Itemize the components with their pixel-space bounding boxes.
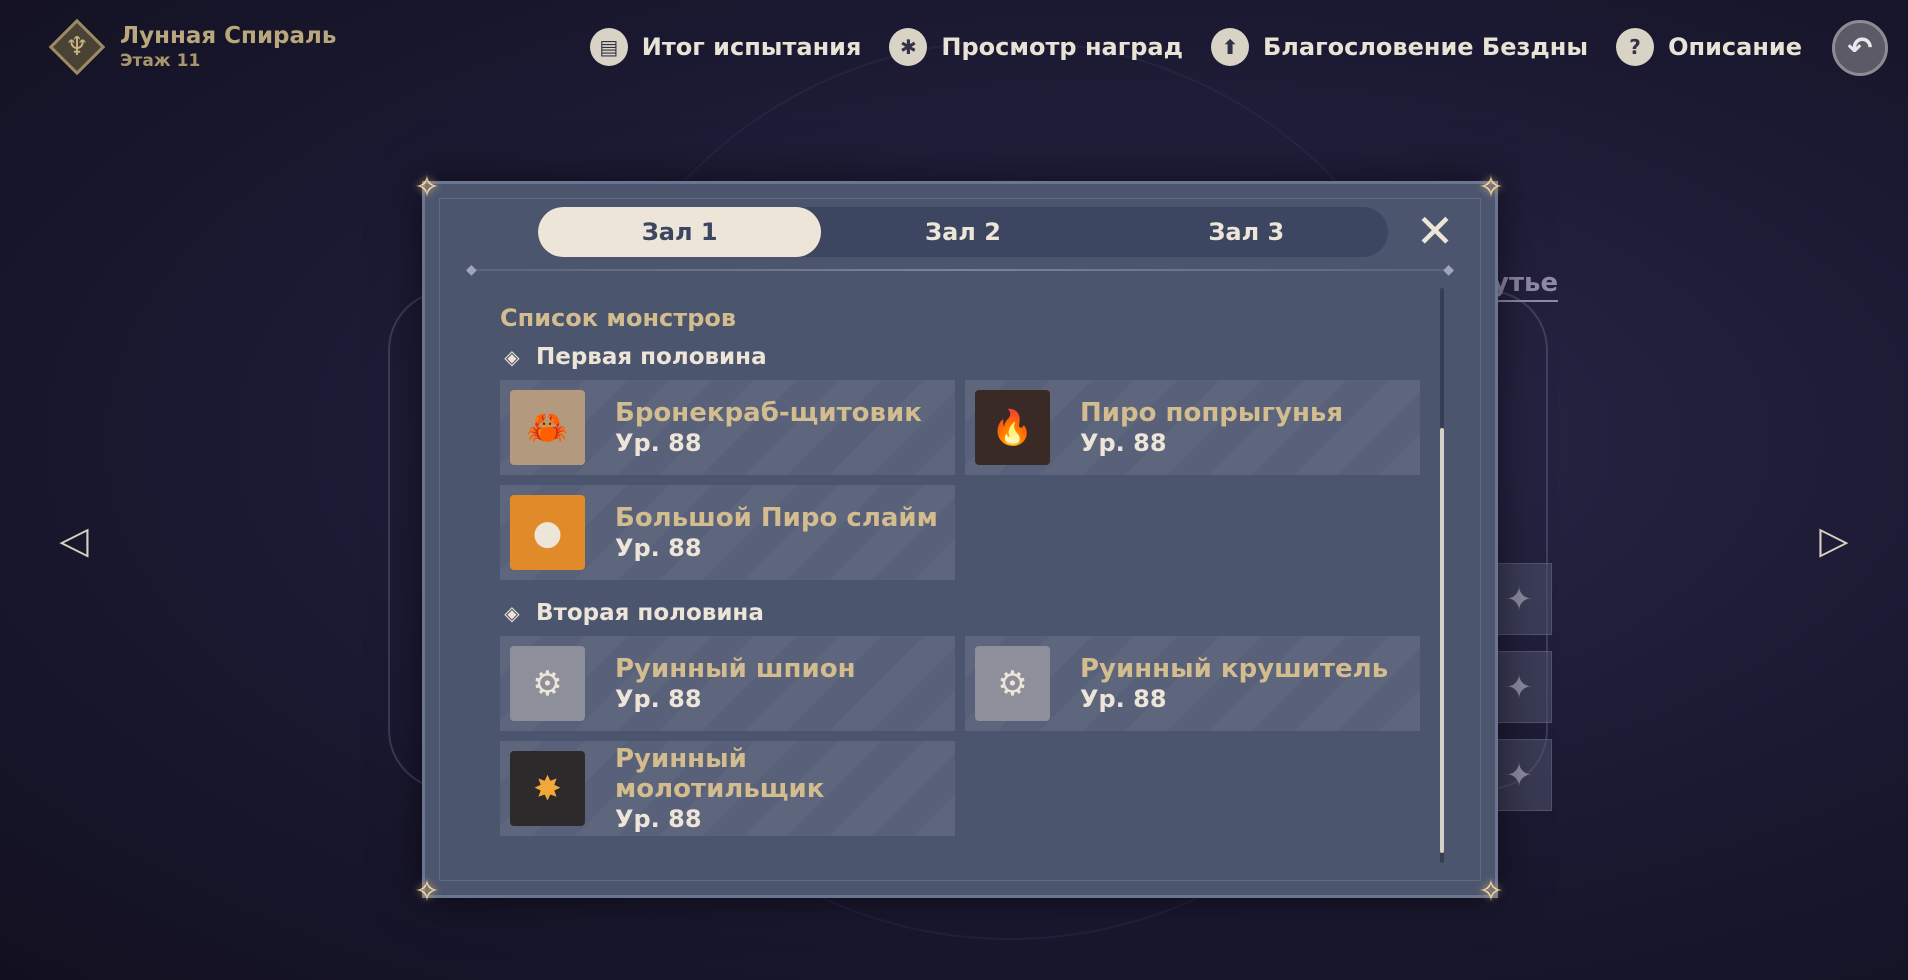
corner-ornament-icon: ✧ xyxy=(1478,169,1504,205)
close-icon[interactable]: ✕ xyxy=(1410,204,1460,258)
diamond-icon: ◈ xyxy=(504,601,520,625)
monster-name: Руинный крушитель xyxy=(1080,653,1389,684)
tab-chamber-1[interactable]: Зал 1 xyxy=(538,207,822,257)
previous-chamber-arrow-icon[interactable]: ◁ xyxy=(52,518,96,562)
monster-name: Большой Пиро слайм xyxy=(615,502,938,533)
crab-icon: 🦀 xyxy=(510,390,585,465)
monster-level: Ур. 88 xyxy=(615,804,702,833)
view-rewards-button[interactable]: ✱ Просмотр наград xyxy=(889,28,1183,66)
background-heading: утье xyxy=(1492,268,1559,302)
corner-ornament-icon: ✧ xyxy=(414,169,440,205)
section-title: Список монстров xyxy=(500,304,737,332)
first-half-monsters: 🦀 Бронекраб-щитовик Ур. 88 🔥 Пиро попрыг… xyxy=(500,380,1420,580)
monster-name: Руинный молотильщик xyxy=(615,743,825,804)
upload-arrow-icon: ⬆ xyxy=(1211,28,1250,66)
monster-level: Ур. 88 xyxy=(1080,428,1167,457)
question-icon: ? xyxy=(1616,28,1655,66)
second-half-label: Вторая половина xyxy=(536,600,764,626)
monster-level: Ур. 88 xyxy=(615,684,702,713)
abyss-blessing-label: Благословение Бездны xyxy=(1263,33,1589,61)
monster-name: Руинный шпион xyxy=(615,653,856,684)
monster-card[interactable]: 🦀 Бронекраб-щитовик Ур. 88 xyxy=(500,380,955,475)
book-icon: ▤ xyxy=(589,28,628,66)
corner-ornament-icon: ✧ xyxy=(1478,873,1504,909)
monster-level: Ур. 88 xyxy=(615,428,702,457)
chamber-tabs: Зал 1 Зал 2 Зал 3 xyxy=(538,207,1388,257)
divider-gem-icon: ◆ xyxy=(1443,262,1454,278)
monster-card[interactable]: ⚙ Руинный шпион Ур. 88 xyxy=(500,636,955,731)
monster-level: Ур. 88 xyxy=(1080,684,1167,713)
next-chamber-arrow-icon[interactable]: ▷ xyxy=(1812,518,1856,562)
monster-card[interactable]: ● Большой Пиро слайм Ур. 88 xyxy=(500,485,955,580)
page-title: Лунная Спираль xyxy=(120,23,337,49)
description-label: Описание xyxy=(1668,33,1802,61)
monster-list-dialog: Зал 1 Зал 2 Зал 3 ✕ ◆ ◆ Список монстров … xyxy=(422,181,1498,898)
challenge-summary-label: Итог испытания xyxy=(641,33,862,61)
second-half-heading: ◈ Вторая половина xyxy=(500,600,1420,626)
first-half-label: Первая половина xyxy=(536,344,767,370)
monster-card[interactable]: ✸ Руинный молотильщик Ур. 88 xyxy=(500,741,955,836)
ruin-destroyer-icon: ⚙ xyxy=(975,646,1050,721)
star-badge-icon: ✱ xyxy=(889,28,928,66)
back-button[interactable]: ↶ xyxy=(1832,20,1888,76)
monster-card[interactable]: ⚙ Руинный крушитель Ур. 88 xyxy=(965,636,1420,731)
ruin-grader-icon: ✸ xyxy=(510,751,585,826)
monster-level: Ур. 88 xyxy=(615,533,702,562)
view-rewards-label: Просмотр наград xyxy=(941,33,1184,61)
second-half-monsters: ⚙ Руинный шпион Ур. 88 ⚙ Руинный крушите… xyxy=(500,636,1420,836)
ruin-spy-icon: ⚙ xyxy=(510,646,585,721)
abyss-blessing-button[interactable]: ⬆ Благословение Бездны xyxy=(1211,28,1588,66)
slime-icon: ● xyxy=(510,495,585,570)
spiral-abyss-emblem-icon: ♆ xyxy=(48,18,106,76)
monster-list: Список монстров ◈ Первая половина 🦀 Брон… xyxy=(500,304,1420,856)
back-arrow-icon: ↶ xyxy=(1847,30,1873,66)
top-menu: ▤ Итог испытания ✱ Просмотр наград ⬆ Бла… xyxy=(589,28,1802,66)
description-button[interactable]: ? Описание xyxy=(1616,28,1802,66)
monster-card[interactable]: 🔥 Пиро попрыгунья Ур. 88 xyxy=(965,380,1420,475)
divider-gem-icon: ◆ xyxy=(466,262,477,278)
spiral-floor-header: ♆ Лунная Спираль Этаж 11 xyxy=(48,18,336,76)
corner-ornament-icon: ✧ xyxy=(414,873,440,909)
diamond-icon: ◈ xyxy=(504,345,520,369)
monster-name: Пиро попрыгунья xyxy=(1080,397,1344,428)
first-half-heading: ◈ Первая половина xyxy=(500,344,1420,370)
tab-chamber-3[interactable]: Зал 3 xyxy=(1105,207,1388,257)
monster-name: Бронекраб-щитовик xyxy=(615,397,922,428)
tab-chamber-2[interactable]: Зал 2 xyxy=(821,207,1104,257)
abyss-flame-icon: 🔥 xyxy=(975,390,1050,465)
scrollbar-thumb[interactable] xyxy=(1440,428,1444,853)
scrollbar[interactable] xyxy=(1440,288,1444,863)
floor-label: Этаж 11 xyxy=(120,51,201,71)
challenge-summary-button[interactable]: ▤ Итог испытания xyxy=(589,28,862,66)
divider: ◆ ◆ xyxy=(466,262,1454,278)
